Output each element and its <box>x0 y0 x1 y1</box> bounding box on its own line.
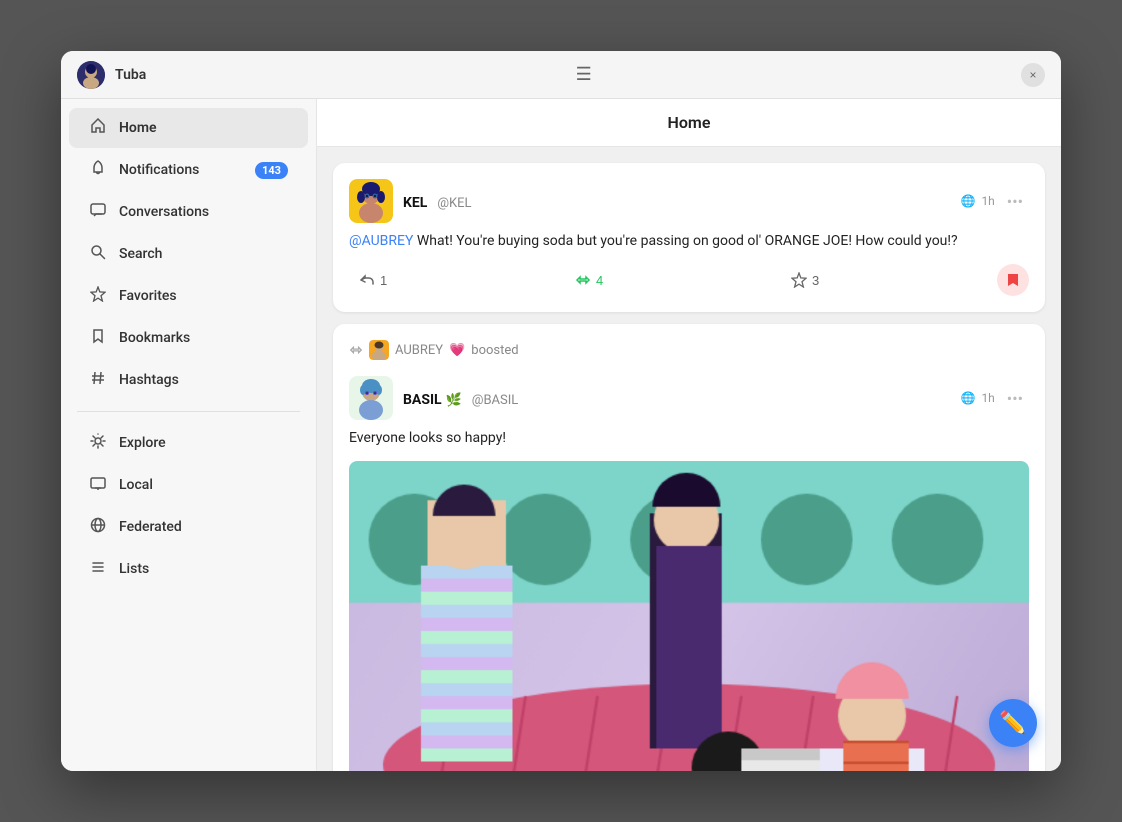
post1-header: KEL @KEL 🌐 1h ••• <box>349 179 1029 223</box>
close-button[interactable]: × <box>1021 63 1045 87</box>
boost-arrow-icon <box>349 343 363 357</box>
app-title: Tuba <box>115 67 146 83</box>
bookmarks-icon <box>89 328 107 348</box>
titlebar-left: Tuba <box>77 61 146 89</box>
sidebar-item-home[interactable]: Home <box>69 108 308 148</box>
post1-boost-button[interactable]: 4 <box>565 268 613 292</box>
sidebar-item-notifications[interactable]: Notifications 143 <box>69 150 308 190</box>
post2-emoji: 🌿 <box>446 393 462 408</box>
boost-icon <box>575 272 591 288</box>
federated-icon <box>89 517 107 537</box>
post2-more-icon[interactable]: ••• <box>1001 387 1029 410</box>
post2-user-row: BASIL 🌿 @BASIL 🌐 1h ••• <box>403 387 1029 410</box>
notifications-icon <box>89 160 107 180</box>
home-icon <box>89 118 107 138</box>
post1-boost-count: 4 <box>596 273 603 288</box>
post2-avatar <box>349 376 393 420</box>
federated-label: Federated <box>119 519 182 535</box>
explore-icon <box>89 433 107 453</box>
search-icon <box>89 244 107 264</box>
conversations-icon <box>89 202 107 222</box>
post1-avatar <box>349 179 393 223</box>
sidebar-item-lists[interactable]: Lists <box>69 549 308 589</box>
post-card-2: AUBREY 💗 boosted <box>333 324 1045 771</box>
post2-time: 1h <box>981 391 994 405</box>
menu-icon[interactable]: ☰ <box>576 64 592 85</box>
post2-content: Everyone looks so happy! <box>349 428 1029 449</box>
post1-text: What! You're buying soda but you're pass… <box>413 233 957 249</box>
post1-star-count: 3 <box>812 273 819 288</box>
reply-icon <box>359 272 375 288</box>
main-content: Home <box>317 99 1061 771</box>
post2-boost-header: AUBREY 💗 boosted <box>349 340 1029 368</box>
hashtags-label: Hashtags <box>119 372 179 388</box>
post1-globe-icon: 🌐 <box>960 194 975 208</box>
sidebar-item-hashtags[interactable]: Hashtags <box>69 360 308 400</box>
post2-text: Everyone looks so happy! <box>349 430 506 446</box>
post2-boosted-label: boosted <box>471 343 518 358</box>
post1-actions: 1 4 <box>349 264 1029 296</box>
star-icon <box>791 272 807 288</box>
bookmark-icon <box>1006 272 1020 288</box>
post1-time: 1h <box>981 194 994 208</box>
feed: KEL @KEL 🌐 1h ••• <box>317 147 1061 771</box>
content-header: Home <box>317 99 1061 147</box>
post1-identity: KEL @KEL <box>403 192 472 211</box>
local-icon <box>89 475 107 495</box>
post2-time-row: 🌐 1h ••• <box>960 387 1029 410</box>
post1-username: KEL <box>403 195 427 211</box>
hashtags-icon <box>89 370 107 390</box>
local-label: Local <box>119 477 153 493</box>
user-avatar <box>77 61 105 89</box>
post2-boost-heart: 💗 <box>449 343 465 358</box>
sidebar-item-favorites[interactable]: Favorites <box>69 276 308 316</box>
conversations-label: Conversations <box>119 204 209 220</box>
home-label: Home <box>119 120 157 136</box>
sidebar-item-search[interactable]: Search <box>69 234 308 274</box>
post2-meta: BASIL 🌿 @BASIL 🌐 1h ••• <box>403 387 1029 410</box>
compose-icon: ✏️ <box>999 710 1026 736</box>
post2-identity: BASIL 🌿 @BASIL <box>403 389 518 408</box>
post1-reply-count: 1 <box>380 273 387 288</box>
bookmarks-label: Bookmarks <box>119 330 190 346</box>
lists-icon <box>89 559 107 579</box>
post2-booster-name: AUBREY <box>395 343 443 358</box>
sidebar-item-bookmarks[interactable]: Bookmarks <box>69 318 308 358</box>
sidebar: Home Notifications 143 <box>61 99 317 771</box>
post1-mention[interactable]: @AUBREY <box>349 233 413 249</box>
post2-handle: @BASIL <box>472 393 519 408</box>
compose-button[interactable]: ✏️ <box>989 699 1037 747</box>
post1-reply-button[interactable]: 1 <box>349 268 397 292</box>
post1-meta: KEL @KEL 🌐 1h ••• <box>403 190 1029 213</box>
titlebar: Tuba ☰ × <box>61 51 1061 99</box>
notifications-badge: 143 <box>255 162 288 179</box>
sidebar-item-conversations[interactable]: Conversations <box>69 192 308 232</box>
favorites-label: Favorites <box>119 288 177 304</box>
post2-image: ALT <box>349 461 1029 771</box>
sidebar-divider <box>77 411 300 412</box>
post2-header: BASIL 🌿 @BASIL 🌐 1h ••• <box>349 376 1029 420</box>
post2-username: BASIL <box>403 392 442 408</box>
post2-booster-avatar <box>369 340 389 360</box>
post1-content: @AUBREY What! You're buying soda but you… <box>349 231 1029 252</box>
post1-bookmark-button[interactable] <box>997 264 1029 296</box>
post1-star-button[interactable]: 3 <box>781 268 829 292</box>
post1-handle: @KEL <box>437 196 471 211</box>
favorites-icon <box>89 286 107 306</box>
sidebar-item-local[interactable]: Local <box>69 465 308 505</box>
lists-label: Lists <box>119 561 149 577</box>
sidebar-item-explore[interactable]: Explore <box>69 423 308 463</box>
sidebar-item-federated[interactable]: Federated <box>69 507 308 547</box>
post1-more-icon[interactable]: ••• <box>1001 190 1029 213</box>
post2-globe-icon: 🌐 <box>960 391 975 405</box>
app-body: Home Notifications 143 <box>61 99 1061 771</box>
post1-time-row: 🌐 1h ••• <box>960 190 1029 213</box>
post1-user-row: KEL @KEL 🌐 1h ••• <box>403 190 1029 213</box>
explore-label: Explore <box>119 435 166 451</box>
main-wrapper: Home <box>317 99 1061 771</box>
notifications-label: Notifications <box>119 162 199 178</box>
post-card-1: KEL @KEL 🌐 1h ••• <box>333 163 1045 312</box>
search-label: Search <box>119 246 162 262</box>
